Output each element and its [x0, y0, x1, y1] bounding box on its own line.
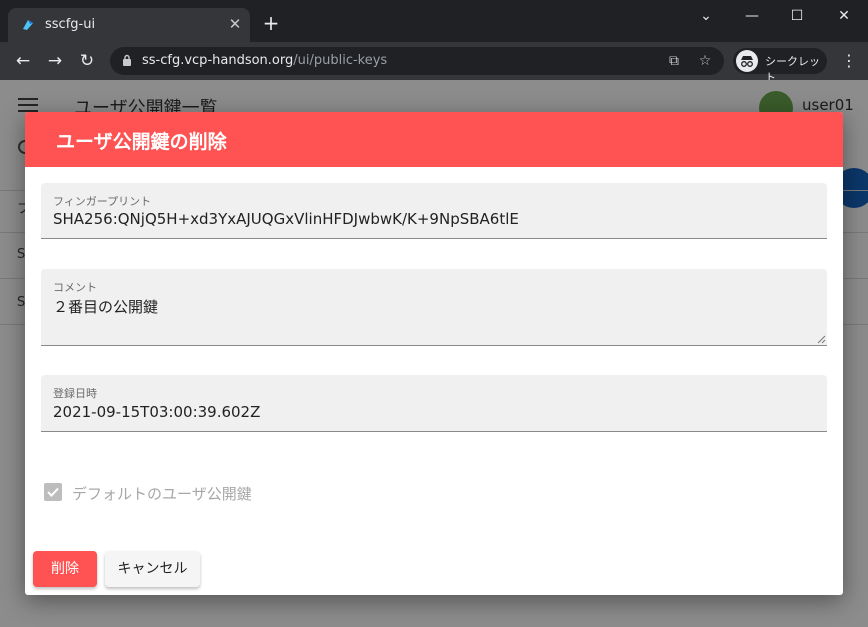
comment-label: コメント	[53, 281, 97, 294]
lock-icon	[123, 54, 131, 66]
url-path: /ui/public-keys	[293, 53, 388, 68]
fingerprint-value: SHA256:QNjQ5H+xd3YxAJUQGxVlinHFDJwbwK/K+…	[53, 210, 519, 228]
cancel-button[interactable]: キャンセル	[105, 551, 200, 587]
minimize-icon[interactable]: —	[737, 6, 767, 26]
favicon-icon	[23, 20, 33, 30]
star-icon[interactable]: ☆	[696, 52, 714, 70]
tab-search-icon[interactable]: ⌄	[691, 6, 721, 26]
url-text: ss-cfg.vcp-handson.org/ui/public-keys	[142, 53, 387, 68]
back-arrow-icon[interactable]: ←	[12, 50, 34, 72]
registered-date-value: 2021-09-15T03:00:39.602Z	[53, 403, 261, 421]
address-bar[interactable]: ss-cfg.vcp-handson.org/ui/public-keys ⧉ …	[110, 47, 724, 75]
resize-handle-icon[interactable]	[817, 335, 826, 344]
translate-icon[interactable]: ⧉	[665, 52, 683, 70]
dialog-title: ユーザ公開鍵の削除	[56, 131, 227, 153]
delete-button[interactable]: 削除	[33, 551, 97, 587]
new-tab-icon[interactable]: +	[262, 13, 280, 33]
more-menu-icon[interactable]: ⋮	[840, 51, 858, 71]
default-key-label: デフォルトのユーザ公開鍵	[72, 485, 252, 503]
delete-key-dialog: ユーザ公開鍵の削除 フィンガープリント SHA256:QNjQ5H+xd3YxA…	[25, 112, 843, 595]
fingerprint-field[interactable]: フィンガープリント SHA256:QNjQ5H+xd3YxAJUQGxVlinH…	[41, 183, 827, 239]
maximize-icon[interactable]: ☐	[782, 6, 812, 26]
incognito-icon	[736, 50, 758, 72]
comment-field[interactable]: コメント ２番目の公開鍵	[41, 269, 827, 346]
forward-arrow-icon[interactable]: →	[44, 50, 66, 72]
window-close-icon[interactable]: ✕	[829, 6, 859, 26]
browser-toolbar: ← → ↻ ss-cfg.vcp-handson.org/ui/public-k…	[0, 42, 868, 84]
fingerprint-label: フィンガープリント	[53, 195, 152, 208]
url-host: ss-cfg.vcp-handson.org	[142, 53, 294, 68]
browser-tab[interactable]: sscfg-ui ✕	[8, 8, 250, 42]
incognito-indicator[interactable]: シークレット	[733, 48, 827, 84]
browser-titlebar: sscfg-ui ✕ + ⌄ — ☐ ✕	[0, 0, 868, 42]
close-icon[interactable]: ✕	[226, 15, 244, 33]
dialog-header: ユーザ公開鍵の削除	[25, 112, 843, 167]
tab-title: sscfg-ui	[45, 17, 96, 32]
default-key-checkbox[interactable]	[44, 483, 62, 501]
comment-value: ２番目の公開鍵	[53, 298, 159, 316]
registered-date-field[interactable]: 登録日時 2021-09-15T03:00:39.602Z	[41, 375, 827, 432]
check-icon	[47, 487, 59, 497]
registered-date-label: 登録日時	[53, 387, 97, 400]
reload-icon[interactable]: ↻	[76, 50, 98, 72]
